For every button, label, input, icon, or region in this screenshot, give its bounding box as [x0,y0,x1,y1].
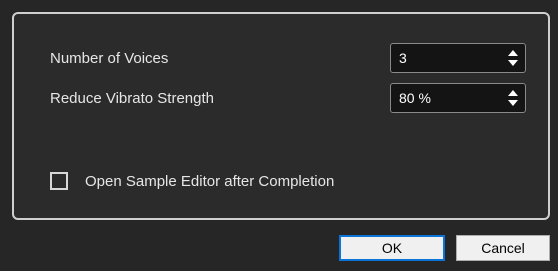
vibrato-value: 80 % [399,90,431,106]
vibrato-label: Reduce Vibrato Strength [50,90,214,107]
voices-label: Number of Voices [50,50,169,67]
open-editor-label[interactable]: Open Sample Editor after Completion [85,173,334,191]
settings-panel: Number of Voices 3 Reduce Vibrato Streng… [12,12,550,220]
dialog: Number of Voices 3 Reduce Vibrato Streng… [0,0,558,271]
up-down-arrows-icon[interactable] [507,88,519,108]
voices-value: 3 [399,50,407,66]
cancel-button[interactable]: Cancel [456,235,550,261]
open-editor-checkbox[interactable] [50,172,68,190]
ok-button[interactable]: OK [339,235,445,261]
vibrato-spinbox[interactable]: 80 % [390,83,526,113]
voices-spinbox[interactable]: 3 [390,43,526,73]
up-down-arrows-icon[interactable] [507,48,519,68]
